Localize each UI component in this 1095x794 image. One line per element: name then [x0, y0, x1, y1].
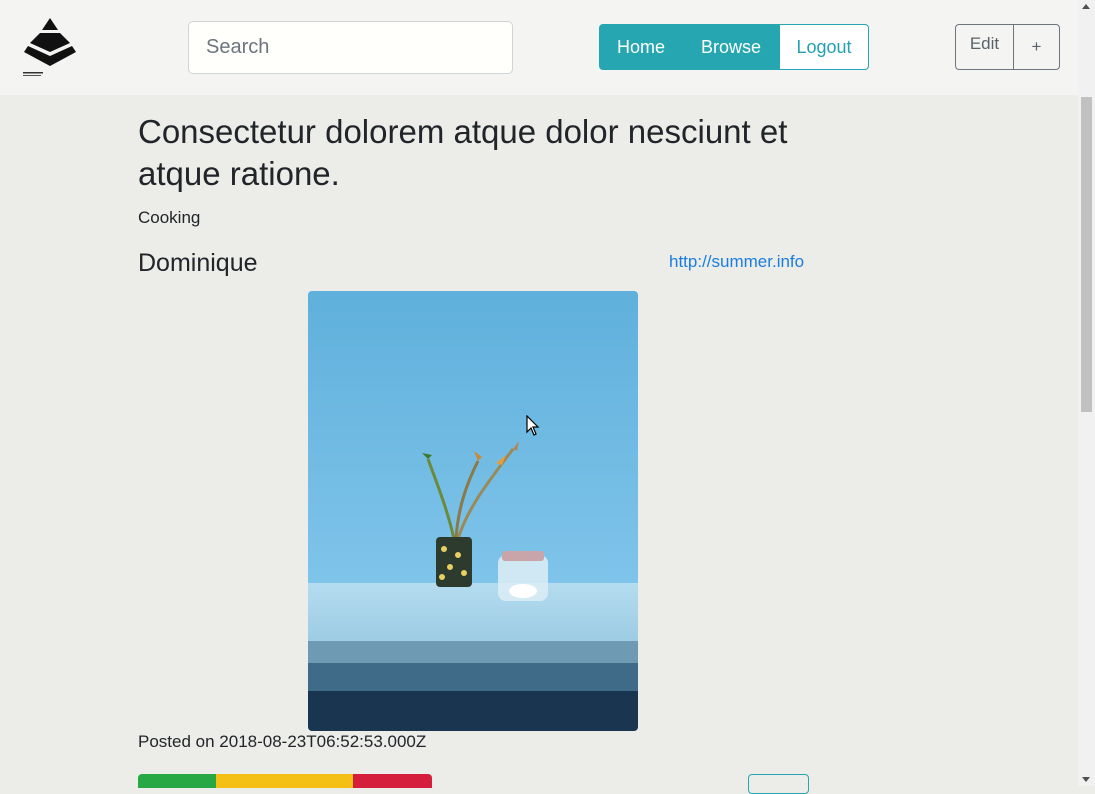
action-button[interactable]: [748, 774, 809, 794]
post-category: Cooking: [138, 208, 201, 227]
scroll-down-icon[interactable]: [1082, 777, 1090, 782]
photo-plant-vase-icon: [308, 291, 638, 731]
post-title: Consectetur dolorem atque dolor nesciunt…: [138, 113, 788, 192]
logout-button[interactable]: Logout: [779, 24, 869, 70]
browse-button[interactable]: Browse: [683, 24, 779, 70]
scroll-up-icon[interactable]: [1082, 4, 1090, 9]
mouse-cursor-icon: [526, 415, 540, 436]
main-nav: Home Browse Logout: [599, 24, 869, 70]
add-button[interactable]: +: [1014, 25, 1059, 69]
navbar: Home Browse Logout Edit +: [0, 0, 1078, 95]
search-input[interactable]: [188, 21, 513, 74]
post-author: Dominique: [138, 249, 258, 277]
vertical-scrollbar[interactable]: [1078, 0, 1095, 786]
edit-button[interactable]: Edit: [956, 25, 1014, 69]
scrollbar-thumb[interactable]: [1081, 97, 1092, 412]
home-button[interactable]: Home: [599, 24, 683, 70]
post-link[interactable]: http://summer.info: [669, 252, 804, 272]
posted-date: Posted on 2018-08-23T06:52:53.000Z: [138, 732, 427, 751]
post-actions: Edit +: [955, 24, 1060, 70]
pyramid-logo-icon[interactable]: [22, 16, 78, 78]
